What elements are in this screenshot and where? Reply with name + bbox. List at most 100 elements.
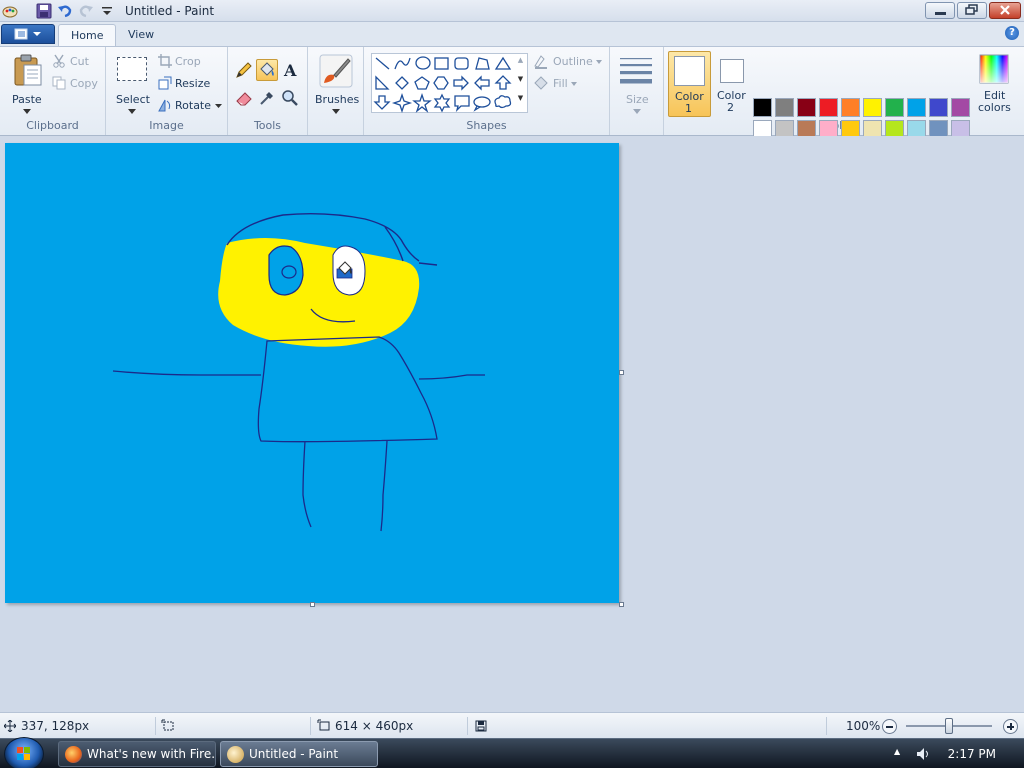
outline-label: Outline (553, 55, 593, 68)
resize-handle-bottom[interactable] (310, 602, 315, 607)
canvas-size: 614 × 460px (335, 719, 414, 733)
drawing-canvas[interactable] (5, 143, 619, 603)
title-bar: Untitled - Paint (0, 0, 1024, 22)
fill-button[interactable]: Fill (533, 75, 607, 93)
tools-group: A Tools (228, 47, 308, 135)
text-tool[interactable]: A (279, 59, 301, 81)
pentagon-shape-icon (414, 76, 430, 90)
color-swatch[interactable] (775, 98, 794, 117)
volume-icon[interactable] (915, 746, 931, 762)
svg-text:A: A (283, 61, 297, 80)
start-button[interactable] (4, 737, 44, 768)
shapes-expand-icon[interactable]: ▼ (515, 94, 526, 110)
status-bar: 337, 128px 614 × 460px 100% (0, 712, 1024, 738)
size-group: Size (610, 47, 664, 135)
color-swatch[interactable] (753, 98, 772, 117)
minimize-button[interactable] (925, 2, 955, 19)
show-hidden-icons-button[interactable]: ▲ (894, 747, 904, 759)
cursor-position-icon (4, 720, 16, 732)
paint-menu-icon (14, 28, 41, 40)
help-icon[interactable]: ? (1005, 26, 1019, 40)
select-dropdown-icon (128, 109, 136, 114)
down-arrow-shape-icon (373, 95, 391, 110)
drawing-right-leg (380, 440, 388, 532)
crop-icon (158, 54, 172, 68)
magnifier-tool[interactable] (279, 87, 301, 109)
edit-colors-button[interactable]: Edit colors (973, 51, 1015, 117)
paint-app-icon[interactable] (2, 3, 18, 19)
polygon-shape-icon (475, 57, 490, 70)
status-divider (467, 717, 468, 735)
edit-colors-icon (979, 54, 1009, 84)
taskbar-item-label: What's new with Fire... (87, 747, 216, 761)
right-triangle-shape-icon (375, 75, 390, 90)
paste-icon (14, 54, 42, 86)
zoom-in-button[interactable] (1003, 719, 1018, 734)
fill-tool[interactable] (256, 59, 278, 81)
taskbar-item-label: Untitled - Paint (249, 747, 339, 761)
color-swatch[interactable] (907, 98, 926, 117)
rotate-label: Rotate (175, 99, 212, 112)
resize-button[interactable]: Resize (158, 75, 220, 93)
resize-icon (158, 76, 172, 90)
windows-logo-icon (17, 747, 30, 760)
select-button[interactable]: Select (112, 51, 152, 114)
customize-quick-access-icon[interactable] (99, 3, 115, 19)
rectangle-shape-icon (434, 57, 449, 70)
shapes-scroll-down-icon[interactable]: ▼ (515, 75, 526, 91)
rotate-button[interactable]: Rotate (158, 97, 224, 115)
paste-label: Paste (12, 93, 42, 106)
color-swatch[interactable] (951, 98, 970, 117)
restore-button[interactable] (957, 2, 987, 19)
copy-button[interactable]: Copy (52, 75, 102, 93)
zoom-slider-thumb[interactable] (945, 718, 953, 734)
close-button[interactable] (989, 2, 1021, 19)
clipboard-group: Paste Cut Copy Clipboard (0, 47, 106, 135)
taskbar-item-firefox[interactable]: What's new with Fire... (58, 741, 216, 767)
clock[interactable]: 2:17 PM (948, 747, 996, 761)
drawing-head-fill (218, 238, 420, 347)
crop-button[interactable]: Crop (158, 53, 220, 71)
color-swatch[interactable] (885, 98, 904, 117)
size-button[interactable]: Size (616, 51, 658, 117)
paint-menu-button[interactable] (1, 24, 55, 44)
zoom-slider[interactable] (906, 718, 992, 734)
status-divider (155, 717, 156, 735)
save-icon[interactable] (36, 3, 52, 19)
window-title: Untitled - Paint (125, 4, 215, 18)
brushes-dropdown-icon (332, 109, 340, 114)
resize-handle-corner[interactable] (619, 602, 624, 607)
paste-button[interactable]: Paste (6, 51, 48, 114)
pencil-tool[interactable] (233, 59, 255, 81)
color-swatch[interactable] (929, 98, 948, 117)
edit-colors-label-2: colors (978, 101, 1011, 114)
taskbar-item-paint[interactable]: Untitled - Paint (220, 741, 378, 767)
color-swatch[interactable] (863, 98, 882, 117)
oval-shape-icon (415, 56, 431, 70)
close-icon (1000, 5, 1010, 15)
pencil-icon (236, 62, 252, 78)
canvas-workspace (0, 136, 1024, 712)
tab-home[interactable]: Home (58, 24, 117, 46)
brushes-button[interactable]: Brushes (312, 51, 360, 117)
shapes-scroll-up-icon[interactable]: ▲ (515, 56, 526, 72)
curve-shape-icon (394, 57, 411, 70)
five-point-star-shape-icon (412, 92, 432, 113)
color-picker-tool[interactable] (256, 87, 278, 109)
triangle-shape-icon (494, 56, 512, 70)
six-point-star-shape-icon (433, 93, 451, 113)
shapes-group-label: Shapes (466, 119, 507, 132)
cut-button[interactable]: Cut (52, 53, 102, 71)
color-swatch[interactable] (819, 98, 838, 117)
redo-icon[interactable] (78, 3, 94, 19)
tab-view[interactable]: View (116, 24, 166, 46)
cut-label: Cut (70, 55, 89, 68)
outline-button[interactable]: Outline (533, 53, 607, 71)
color-swatch[interactable] (797, 98, 816, 117)
zoom-out-button[interactable] (882, 719, 897, 734)
eraser-tool[interactable] (233, 87, 255, 109)
restore-icon (965, 4, 978, 15)
color-swatch[interactable] (841, 98, 860, 117)
resize-handle-right[interactable] (619, 370, 624, 375)
undo-icon[interactable] (57, 3, 73, 19)
